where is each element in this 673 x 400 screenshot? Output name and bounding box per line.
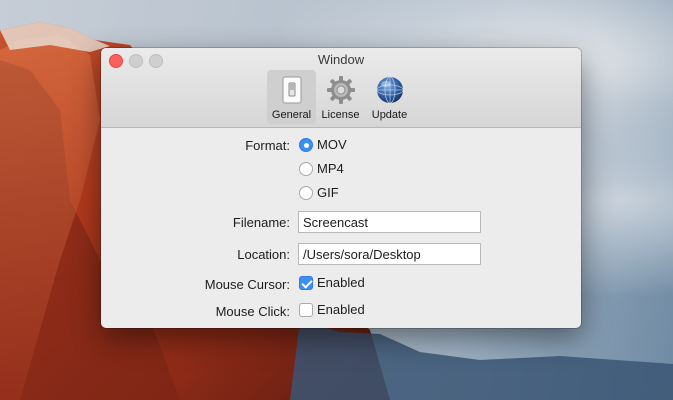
location-field[interactable] (298, 243, 481, 265)
general-pane: Format: MOV MP4 GIF Filename: Location: … (101, 128, 581, 328)
preferences-window[interactable]: Window General License Update Format: MO… (101, 48, 581, 328)
filename-field[interactable] (298, 211, 481, 233)
tab-general[interactable]: General (267, 70, 316, 124)
mouse-cursor-label: Mouse Cursor: (204, 277, 290, 292)
format-radio-mp4[interactable] (299, 162, 313, 176)
preferences-toolbar: General License Update (267, 70, 414, 126)
globe-icon (376, 76, 403, 104)
mouse-click-option: Enabled (317, 302, 365, 317)
gear-icon (326, 76, 355, 104)
mouse-cursor-option: Enabled (317, 275, 365, 290)
mouse-click-label: Mouse Click: (215, 304, 290, 319)
format-option-mp4: MP4 (317, 161, 344, 176)
tab-general-label: General (271, 109, 312, 121)
tab-license[interactable]: License (316, 70, 365, 124)
switch-icon (282, 76, 301, 104)
tab-license-label: License (321, 109, 360, 121)
format-option-mov: MOV (317, 137, 347, 152)
mouse-click-checkbox[interactable] (299, 303, 313, 317)
mouse-cursor-checkbox[interactable] (299, 276, 313, 290)
filename-label: Filename: (232, 215, 290, 230)
format-radio-gif[interactable] (299, 186, 313, 200)
window-title: Window (317, 52, 365, 67)
tab-update[interactable]: Update (365, 70, 414, 124)
format-radio-mov[interactable] (299, 138, 313, 152)
location-label: Location: (237, 247, 290, 262)
format-option-gif: GIF (317, 185, 339, 200)
titlebar[interactable]: Window General License Update (101, 48, 581, 128)
format-label: Format: (245, 138, 290, 153)
tab-update-label: Update (371, 109, 408, 121)
